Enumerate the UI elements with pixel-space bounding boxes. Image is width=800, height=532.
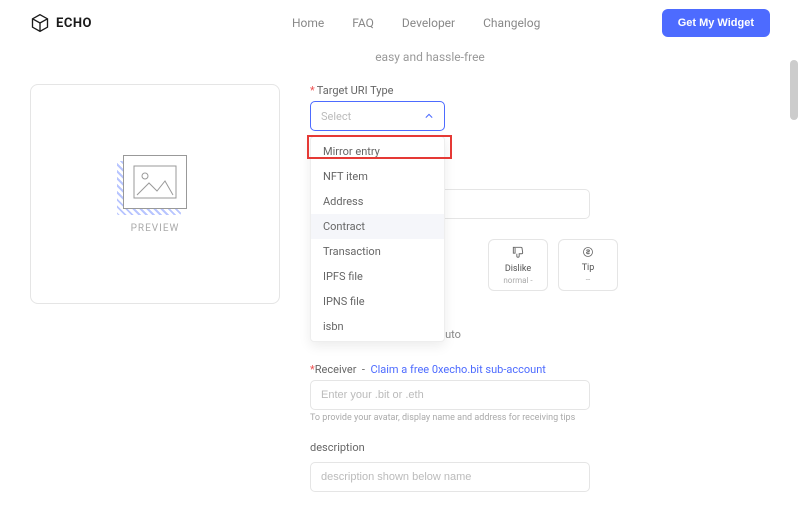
preview-image xyxy=(123,155,187,209)
dropdown-item-address[interactable]: Address xyxy=(311,189,444,214)
chevron-up-icon xyxy=(424,111,434,121)
preview-label: PREVIEW xyxy=(131,223,180,234)
form-panel: *Target URI Type Select Mirror entry NFT… xyxy=(310,84,770,492)
select-placeholder: Select xyxy=(321,110,351,123)
target-uri-select[interactable]: Select xyxy=(310,101,445,131)
target-uri-label: *Target URI Type xyxy=(310,84,770,97)
tagline: easy and hassle-free xyxy=(60,50,800,64)
nav-developer[interactable]: Developer xyxy=(402,16,455,30)
dropdown-item-isbn[interactable]: isbn xyxy=(311,314,444,339)
module-tip[interactable]: Tip -- xyxy=(558,239,618,291)
module-tip-sub: -- xyxy=(586,275,590,284)
dropdown-item-ipns-file[interactable]: IPNS file xyxy=(311,289,444,314)
module-dislike-title: Dislike xyxy=(505,264,531,274)
dropdown-item-transaction[interactable]: Transaction xyxy=(311,239,444,264)
description-label: description xyxy=(310,441,770,454)
nav: Home FAQ Developer Changelog xyxy=(292,16,540,30)
logo[interactable]: ECHO xyxy=(30,13,92,33)
get-widget-button[interactable]: Get My Widget xyxy=(662,9,770,37)
description-input[interactable] xyxy=(310,462,590,492)
thumbs-down-icon xyxy=(511,245,525,262)
content: PREVIEW *Target URI Type Select Mirror e… xyxy=(0,64,800,512)
target-uri-dropdown: Mirror entry NFT item Address Contract T… xyxy=(310,136,445,342)
nav-faq[interactable]: FAQ xyxy=(352,16,374,30)
module-dislike[interactable]: Dislike normal - xyxy=(488,239,548,291)
nav-home[interactable]: Home xyxy=(292,16,324,30)
receiver-label: *Receiver - Claim a free 0xecho.bit sub-… xyxy=(310,363,770,376)
dropdown-item-mirror-entry[interactable]: Mirror entry xyxy=(311,139,444,164)
header: ECHO Home FAQ Developer Changelog Get My… xyxy=(0,0,800,46)
cube-icon xyxy=(30,13,50,33)
logo-text: ECHO xyxy=(56,16,92,31)
scrollbar[interactable] xyxy=(790,60,798,120)
dropdown-item-nft-item[interactable]: NFT item xyxy=(311,164,444,189)
receiver-field: *Receiver - Claim a free 0xecho.bit sub-… xyxy=(310,357,770,423)
dropdown-item-ipfs-file[interactable]: IPFS file xyxy=(311,264,444,289)
dropdown-item-contract[interactable]: Contract xyxy=(311,214,444,239)
image-placeholder-icon xyxy=(133,165,177,199)
nav-changelog[interactable]: Changelog xyxy=(483,16,540,30)
preview-panel: PREVIEW xyxy=(30,84,280,304)
target-uri-field: *Target URI Type Select xyxy=(310,84,770,131)
module-tip-title: Tip xyxy=(582,263,595,273)
receiver-claim-link[interactable]: Claim a free 0xecho.bit sub-account xyxy=(370,363,545,376)
receiver-input[interactable] xyxy=(310,380,590,410)
dollar-icon xyxy=(582,246,594,261)
description-field: description xyxy=(310,441,770,492)
module-dislike-sub: normal - xyxy=(503,276,532,285)
receiver-helper: To provide your avatar, display name and… xyxy=(310,413,770,423)
